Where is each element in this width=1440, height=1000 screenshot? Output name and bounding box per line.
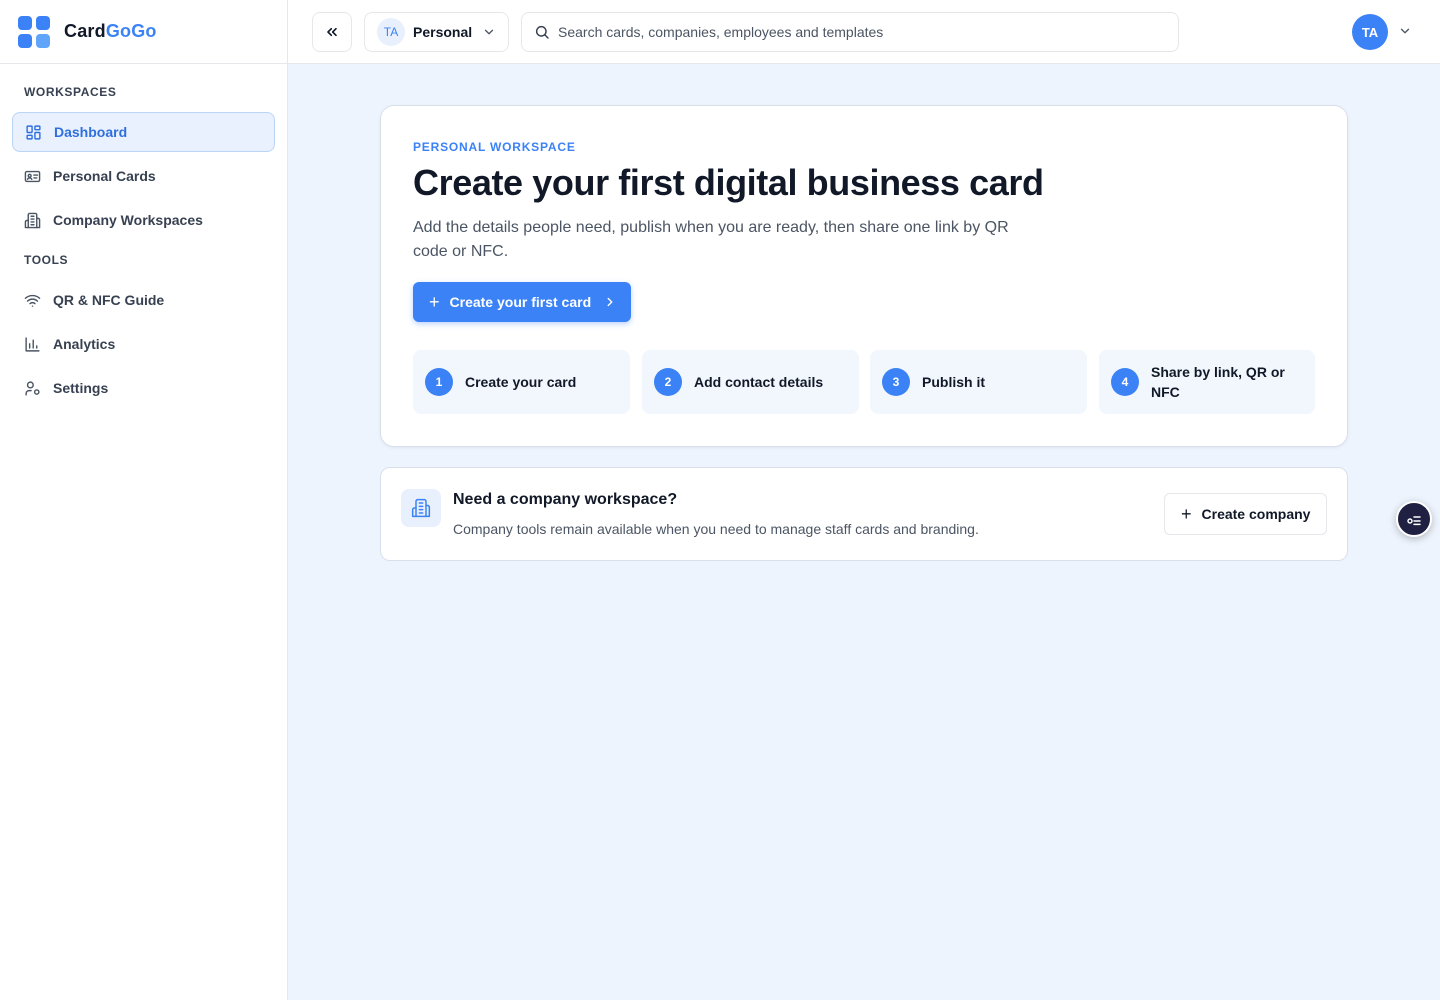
- logo-icon: [18, 15, 50, 48]
- user-cog-icon: [24, 380, 41, 397]
- sidebar-item-settings[interactable]: Settings: [12, 368, 275, 408]
- step-number: 2: [654, 368, 682, 396]
- step-number: 1: [425, 368, 453, 396]
- step-label: Publish it: [922, 374, 985, 390]
- dashboard-icon: [25, 124, 42, 141]
- brand-name-part1: Card: [64, 21, 106, 41]
- wifi-icon: [24, 292, 41, 309]
- floating-assistant-button[interactable]: [1396, 501, 1432, 537]
- topbar: TA Personal TA: [288, 0, 1440, 64]
- collapse-sidebar-button[interactable]: [312, 12, 352, 52]
- sidebar-item-label: Personal Cards: [53, 168, 156, 184]
- step-label: Create your card: [465, 374, 577, 390]
- user-avatar[interactable]: TA: [1352, 14, 1388, 50]
- eyebrow-label: PERSONAL WORKSPACE: [413, 140, 576, 154]
- search-bar: [521, 12, 1179, 52]
- step-number: 3: [882, 368, 910, 396]
- company-card-title: Need a company workspace?: [453, 491, 678, 508]
- search-icon: [535, 25, 549, 39]
- chevrons-left-icon: [327, 27, 337, 37]
- bar-chart-icon: [24, 336, 41, 353]
- sidebar-item-label: QR & NFC Guide: [53, 292, 165, 308]
- sidebar-item-company-workspaces[interactable]: Company Workspaces: [12, 200, 275, 240]
- step-card: 1 Create your card: [413, 350, 630, 414]
- workspace-switcher[interactable]: TA Personal: [364, 12, 509, 52]
- plus-icon: +: [429, 292, 440, 312]
- sidebar-item-personal-cards[interactable]: Personal Cards: [12, 156, 275, 196]
- id-card-icon: [24, 168, 41, 185]
- sidebar-item-dashboard[interactable]: Dashboard: [12, 112, 275, 152]
- workspace-name: Personal: [413, 24, 473, 40]
- sidebar-item-analytics[interactable]: Analytics: [12, 324, 275, 364]
- building-icon: [24, 212, 41, 229]
- step-number: 4: [1111, 368, 1139, 396]
- brand-name-part2: GoGo: [105, 21, 157, 41]
- step-card: 4 Share by link, QR or NFC: [1099, 350, 1315, 414]
- create-company-label: Create company: [1201, 506, 1311, 522]
- sidebar-item-label: Dashboard: [54, 124, 128, 140]
- sidebar-item-label: Settings: [53, 380, 109, 396]
- step-label: Share by link, QR or NFC: [1151, 364, 1285, 400]
- company-card-description: Company tools remain available when you …: [453, 521, 979, 537]
- section-label-tools: TOOLS: [24, 253, 69, 267]
- step-label: Add contact details: [694, 374, 824, 390]
- toggle-list-icon: [1407, 516, 1421, 526]
- create-first-card-label: Create your first card: [449, 294, 592, 310]
- workspace-avatar: TA: [377, 18, 405, 46]
- brand[interactable]: CardGoGo: [0, 0, 287, 64]
- chevron-right-icon: [607, 297, 613, 307]
- search-input[interactable]: [558, 24, 1158, 40]
- chevron-down-icon: [484, 29, 494, 35]
- onboarding-card: PERSONAL WORKSPACE Create your first dig…: [380, 105, 1348, 447]
- page-title: Create your first digital business card: [413, 162, 1044, 203]
- sidebar: CardGoGo WORKSPACES Dashboard Personal C…: [0, 0, 288, 1000]
- plus-icon: +: [1181, 504, 1192, 524]
- sidebar-item-label: Company Workspaces: [53, 212, 203, 228]
- building-icon: [401, 489, 441, 527]
- step-card: 3 Publish it: [870, 350, 1087, 414]
- brand-name: CardGoGo: [64, 21, 157, 42]
- step-card: 2 Add contact details: [642, 350, 859, 414]
- sidebar-item-qr-nfc-guide[interactable]: QR & NFC Guide: [12, 280, 275, 320]
- user-menu-chevron-icon[interactable]: [1398, 24, 1412, 38]
- hero-description: Add the details people need, publish whe…: [413, 219, 1009, 260]
- section-label-workspaces: WORKSPACES: [24, 85, 117, 99]
- sidebar-item-label: Analytics: [53, 336, 116, 352]
- company-workspace-card: Need a company workspace? Company tools …: [380, 467, 1348, 561]
- create-company-button[interactable]: + Create company: [1164, 493, 1327, 535]
- create-first-card-button[interactable]: + Create your first card: [413, 282, 631, 322]
